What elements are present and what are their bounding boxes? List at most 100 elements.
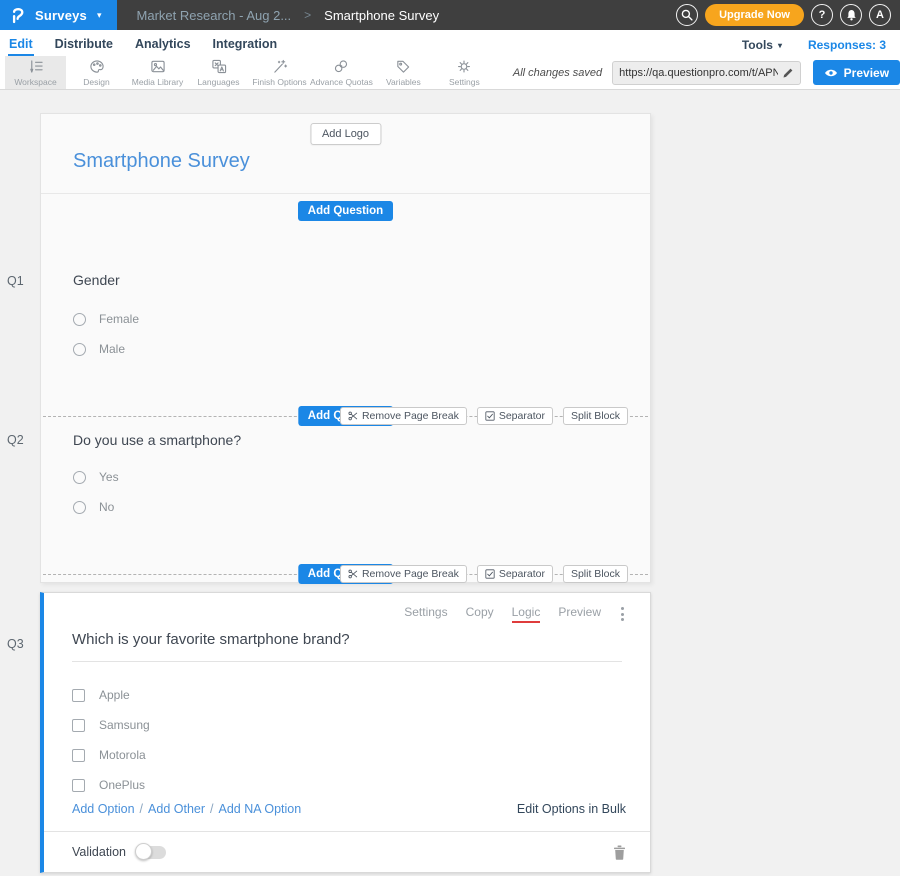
bell-icon xyxy=(846,9,857,21)
toolbar-item-design[interactable]: Design xyxy=(66,56,127,89)
radio-option[interactable]: No xyxy=(73,492,650,522)
radio-icon[interactable] xyxy=(73,343,86,356)
page-break-actions: Remove Page Break Separator Split Block xyxy=(340,407,628,425)
toolbar-item-workspace[interactable]: Workspace xyxy=(5,56,66,89)
nav-right: Tools ▾ Responses: 3 xyxy=(742,38,900,56)
preview-button-label: Preview xyxy=(844,66,889,80)
search-button[interactable] xyxy=(676,4,698,26)
remove-page-break-button[interactable]: Remove Page Break xyxy=(340,565,467,583)
tab-distribute[interactable]: Distribute xyxy=(54,33,114,56)
tools-menu-label: Tools xyxy=(742,38,773,52)
chain-links-icon xyxy=(333,59,349,75)
question-text-q1[interactable]: Gender xyxy=(73,272,650,288)
workspace-icon xyxy=(28,59,44,75)
delete-question-button[interactable] xyxy=(613,845,626,860)
toolbar-item-media-library[interactable]: Media Library xyxy=(127,56,188,89)
checkbox-icon[interactable] xyxy=(72,749,85,762)
notifications-button[interactable] xyxy=(840,4,862,26)
toolbar-item-finish-options[interactable]: Finish Options xyxy=(249,56,310,89)
toolbar-item-languages[interactable]: Languages xyxy=(188,56,249,89)
preview-button[interactable]: Preview xyxy=(813,60,900,85)
edit-url-pencil-icon[interactable] xyxy=(782,67,794,79)
nav-bar: Edit Distribute Analytics Integration To… xyxy=(0,30,900,56)
surveys-menu-label: Surveys xyxy=(35,8,87,23)
question-block-q1[interactable]: Gender Female Male xyxy=(41,228,650,408)
survey-page-block: Add Logo Smartphone Survey Add Question … xyxy=(40,113,651,583)
question-card-q3-selected[interactable]: Settings Copy Logic Preview Which is you… xyxy=(40,592,651,873)
tools-menu[interactable]: Tools ▾ xyxy=(742,38,782,52)
radio-icon[interactable] xyxy=(73,471,86,484)
validation-toggle[interactable] xyxy=(136,846,166,859)
add-other-link[interactable]: Add Other xyxy=(148,802,205,816)
breadcrumb-folder[interactable]: Market Research - Aug 2... xyxy=(137,8,292,23)
responses-link[interactable]: Responses: 3 xyxy=(808,38,886,52)
checkbox-option[interactable]: OnePlus xyxy=(72,770,650,800)
checkbox-icon[interactable] xyxy=(72,719,85,732)
page-break-row: Add Question Remove Page Break Separator xyxy=(41,408,650,424)
toolbar-item-advance-quotas[interactable]: Advance Quotas xyxy=(310,56,373,89)
surveys-menu[interactable]: Surveys ▾ xyxy=(0,0,117,30)
add-option-link[interactable]: Add Option xyxy=(72,802,135,816)
split-block-button[interactable]: Split Block xyxy=(563,407,628,425)
checked-box-icon xyxy=(485,411,495,421)
option-label: Male xyxy=(99,342,125,356)
tab-integration[interactable]: Integration xyxy=(212,33,279,56)
question-text-q2[interactable]: Do you use a smartphone? xyxy=(73,432,650,448)
edit-options-in-bulk-link[interactable]: Edit Options in Bulk xyxy=(517,802,626,816)
account-avatar[interactable]: A xyxy=(869,4,891,26)
tag-icon xyxy=(395,59,411,75)
toolbar-item-variables[interactable]: Variables xyxy=(373,56,434,89)
checkbox-icon[interactable] xyxy=(72,779,85,792)
tab-analytics[interactable]: Analytics xyxy=(134,33,192,56)
question-text-q3[interactable]: Which is your favorite smartphone brand? xyxy=(72,631,622,662)
question-code-q3: Q3 xyxy=(7,637,24,651)
survey-url-input[interactable] xyxy=(619,67,778,79)
radio-option[interactable]: Male xyxy=(73,334,650,364)
survey-canvas: Q1 Q2 Q3 Add Logo Smartphone Survey Add … xyxy=(0,90,900,876)
survey-panel: Add Logo Smartphone Survey Add Question … xyxy=(40,113,651,873)
checkbox-icon[interactable] xyxy=(72,689,85,702)
add-na-option-link[interactable]: Add NA Option xyxy=(219,802,302,816)
radio-icon[interactable] xyxy=(73,313,86,326)
scissors-icon xyxy=(348,569,358,579)
tab-edit[interactable]: Edit xyxy=(8,33,34,56)
checkbox-option[interactable]: Samsung xyxy=(72,710,650,740)
question-options-q3: Apple Samsung Motorola OnePlus xyxy=(72,680,650,800)
breadcrumb-survey[interactable]: Smartphone Survey xyxy=(324,8,439,23)
translate-icon xyxy=(211,59,227,75)
add-question-button[interactable]: Add Question xyxy=(298,201,393,221)
question-logic-tab[interactable]: Logic xyxy=(512,605,541,623)
link-separator: / xyxy=(140,802,143,816)
toolbar-item-settings[interactable]: Settings xyxy=(434,56,495,89)
upgrade-now-button[interactable]: Upgrade Now xyxy=(705,4,804,26)
radio-option[interactable]: Yes xyxy=(73,462,650,492)
radio-option[interactable]: Female xyxy=(73,304,650,334)
option-label: OnePlus xyxy=(99,778,145,792)
option-label: Motorola xyxy=(99,748,146,762)
separator-button[interactable]: Separator xyxy=(477,565,553,583)
search-icon xyxy=(681,9,693,21)
remove-page-break-button[interactable]: Remove Page Break xyxy=(340,407,467,425)
help-button[interactable]: ? xyxy=(811,4,833,26)
question-preview-tab[interactable]: Preview xyxy=(558,605,601,623)
editor-toolbar: Workspace Design Media Library Languages… xyxy=(0,56,900,90)
radio-icon[interactable] xyxy=(73,501,86,514)
topbar-actions: Upgrade Now ? A xyxy=(676,4,900,26)
page-break-row: Add Question Remove Page Break Separator xyxy=(41,566,650,582)
question-block-q2[interactable]: Do you use a smartphone? Yes No xyxy=(41,424,650,566)
survey-title[interactable]: Smartphone Survey xyxy=(73,150,250,173)
separator-button[interactable]: Separator xyxy=(477,407,553,425)
question-toolbar-q3: Settings Copy Logic Preview xyxy=(44,593,650,623)
kebab-menu-icon[interactable] xyxy=(619,605,626,623)
checked-box-icon xyxy=(485,569,495,579)
add-logo-button[interactable]: Add Logo xyxy=(310,123,381,145)
checkbox-option[interactable]: Motorola xyxy=(72,740,650,770)
option-label: Samsung xyxy=(99,718,150,732)
validation-label: Validation xyxy=(72,845,126,859)
question-settings-tab[interactable]: Settings xyxy=(404,605,447,623)
option-label: Yes xyxy=(99,470,119,484)
add-question-row-top: Add Question xyxy=(41,194,650,228)
question-copy-tab[interactable]: Copy xyxy=(466,605,494,623)
checkbox-option[interactable]: Apple xyxy=(72,680,650,710)
split-block-button[interactable]: Split Block xyxy=(563,565,628,583)
